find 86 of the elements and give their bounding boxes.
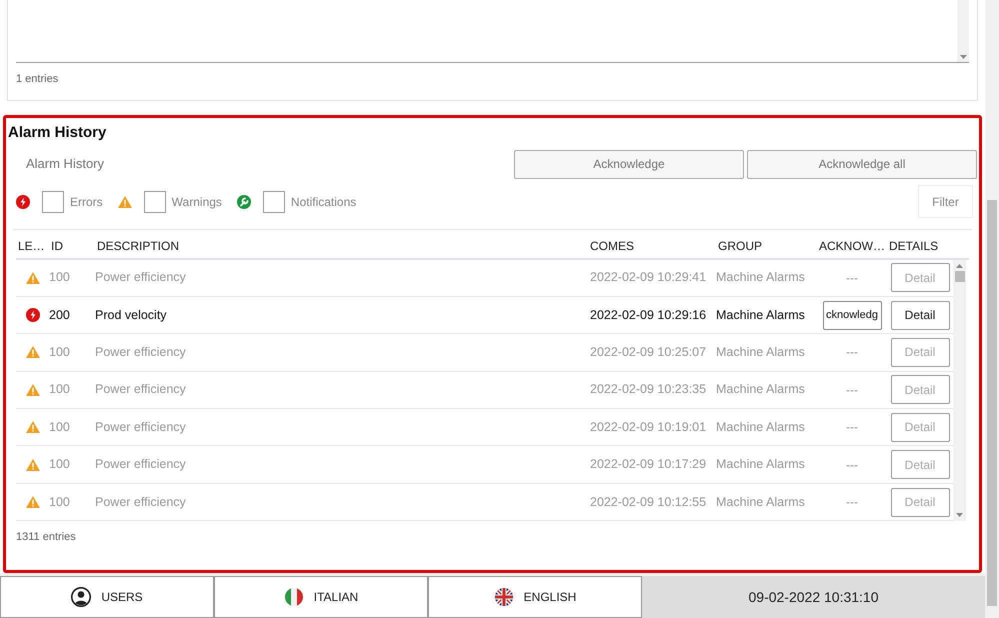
wrench-icon: [236, 194, 251, 208]
lightning-icon: [16, 194, 30, 208]
user-icon: [71, 587, 92, 607]
filter-label: Warnings: [172, 194, 222, 210]
acknowledge-button[interactable]: cknowledg: [822, 300, 882, 330]
table-cell-text: 2022-02-09 10:12:55: [590, 494, 706, 511]
column-header: ACKNOW…: [819, 238, 885, 254]
flag-icon: [494, 587, 514, 607]
table-cell-text: ---: [846, 270, 858, 287]
detail-button[interactable]: Detail: [890, 450, 950, 480]
scrollbar-thumb[interactable]: [954, 270, 964, 282]
table-cell-text: Machine Alarms: [716, 494, 805, 511]
acknowledge-all-button[interactable]: Acknowledge all: [747, 150, 977, 178]
table-cell-text: 100: [49, 418, 70, 436]
table-cell-text: Power efficiency: [95, 269, 186, 286]
scrollbar[interactable]: [957, 0, 969, 62]
table-cell-text: Machine Alarms: [716, 306, 805, 324]
scroll-up-icon[interactable]: [956, 262, 963, 268]
date-time: 09-02-2022 10:31:10: [748, 588, 878, 606]
table-cell-text: 2022-02-09 10:29:16: [590, 306, 706, 324]
scroll-down-icon[interactable]: [956, 513, 963, 518]
lightning-icon: [26, 308, 40, 322]
detail-button[interactable]: Detail: [890, 300, 950, 330]
warning-icon: [26, 384, 40, 396]
section-label: Alarm History: [26, 155, 106, 174]
table-cell-text: 100: [49, 381, 70, 398]
column-header: ID: [51, 238, 63, 254]
table-cell-text: 2022-02-09 10:19:01: [590, 418, 706, 436]
warning-icon: [26, 272, 40, 284]
acknowledge-button[interactable]: Acknowledge: [514, 150, 744, 178]
filter-label: Errors: [70, 194, 103, 210]
column-header: COMES: [590, 238, 634, 254]
table-cell-text: Power efficiency: [95, 456, 186, 474]
scrollbar-thumb[interactable]: [987, 200, 997, 606]
warning-icon: [118, 196, 132, 208]
detail-button[interactable]: Detail: [890, 263, 950, 292]
table-cell-text: 100: [49, 344, 70, 362]
table-cell-text: 2022-02-09 10:25:07: [590, 344, 706, 362]
entries-count: 1 entries: [16, 72, 58, 87]
table-cell-text: Machine Alarms: [716, 418, 805, 436]
table-cell-text: ---: [846, 456, 858, 474]
table-cell-text: Machine Alarms: [716, 344, 805, 362]
table-cell-text: Power efficiency: [95, 344, 186, 362]
table-cell-text: 100: [49, 494, 70, 511]
scrollbar[interactable]: [953, 260, 966, 522]
column-header: LE…: [18, 238, 45, 254]
table-cell-text: 2022-02-09 10:29:41: [590, 269, 706, 286]
flag-icon: [284, 587, 304, 607]
filter-label: Notifications: [290, 194, 356, 210]
table-cell-text: ---: [846, 494, 858, 512]
column-header: GROUP: [718, 238, 762, 254]
checkbox[interactable]: [262, 190, 285, 212]
table-cell-text: Machine Alarms: [716, 381, 805, 398]
table-cell-text: 2022-02-09 10:23:35: [590, 381, 706, 398]
entries-count: 1311 entries: [16, 530, 76, 546]
panel-title: Alarm History: [8, 123, 106, 143]
checkbox[interactable]: [144, 190, 166, 212]
warning-icon: [26, 458, 40, 471]
column-header: DESCRIPTION: [97, 238, 180, 254]
detail-button[interactable]: Detail: [890, 488, 950, 517]
users-button[interactable]: USERS: [0, 576, 214, 618]
language-button[interactable]: ITALIAN: [214, 576, 428, 618]
warning-icon: [26, 346, 40, 358]
language-button[interactable]: ENGLISH: [428, 576, 642, 618]
table-cell-text: ---: [846, 382, 858, 399]
detail-button[interactable]: Detail: [890, 412, 950, 442]
detail-button[interactable]: Detail: [890, 375, 950, 404]
warning-icon: [26, 496, 40, 508]
table-cell-text: Power efficiency: [95, 381, 186, 398]
table-cell-text: ---: [846, 344, 858, 362]
column-header: DETAILS: [889, 238, 938, 254]
table-cell-text: 100: [49, 456, 70, 474]
scroll-down-icon[interactable]: [960, 55, 966, 60]
table-cell-text: Machine Alarms: [716, 269, 805, 286]
table-cell-text: Power efficiency: [95, 418, 186, 436]
warning-icon: [26, 421, 40, 434]
table-cell-text: Power efficiency: [95, 494, 186, 511]
filter-button[interactable]: Filter: [918, 185, 973, 218]
table-cell-text: 200: [49, 306, 70, 324]
table-cell-text: 2022-02-09 10:17:29: [590, 456, 706, 474]
detail-button[interactable]: Detail: [890, 338, 950, 367]
checkbox[interactable]: [42, 190, 64, 212]
table-cell-text: 100: [49, 269, 70, 286]
table-cell-text: ---: [846, 419, 858, 436]
table-cell-text: Machine Alarms: [716, 456, 805, 474]
table-cell-text: Prod velocity: [95, 306, 167, 324]
